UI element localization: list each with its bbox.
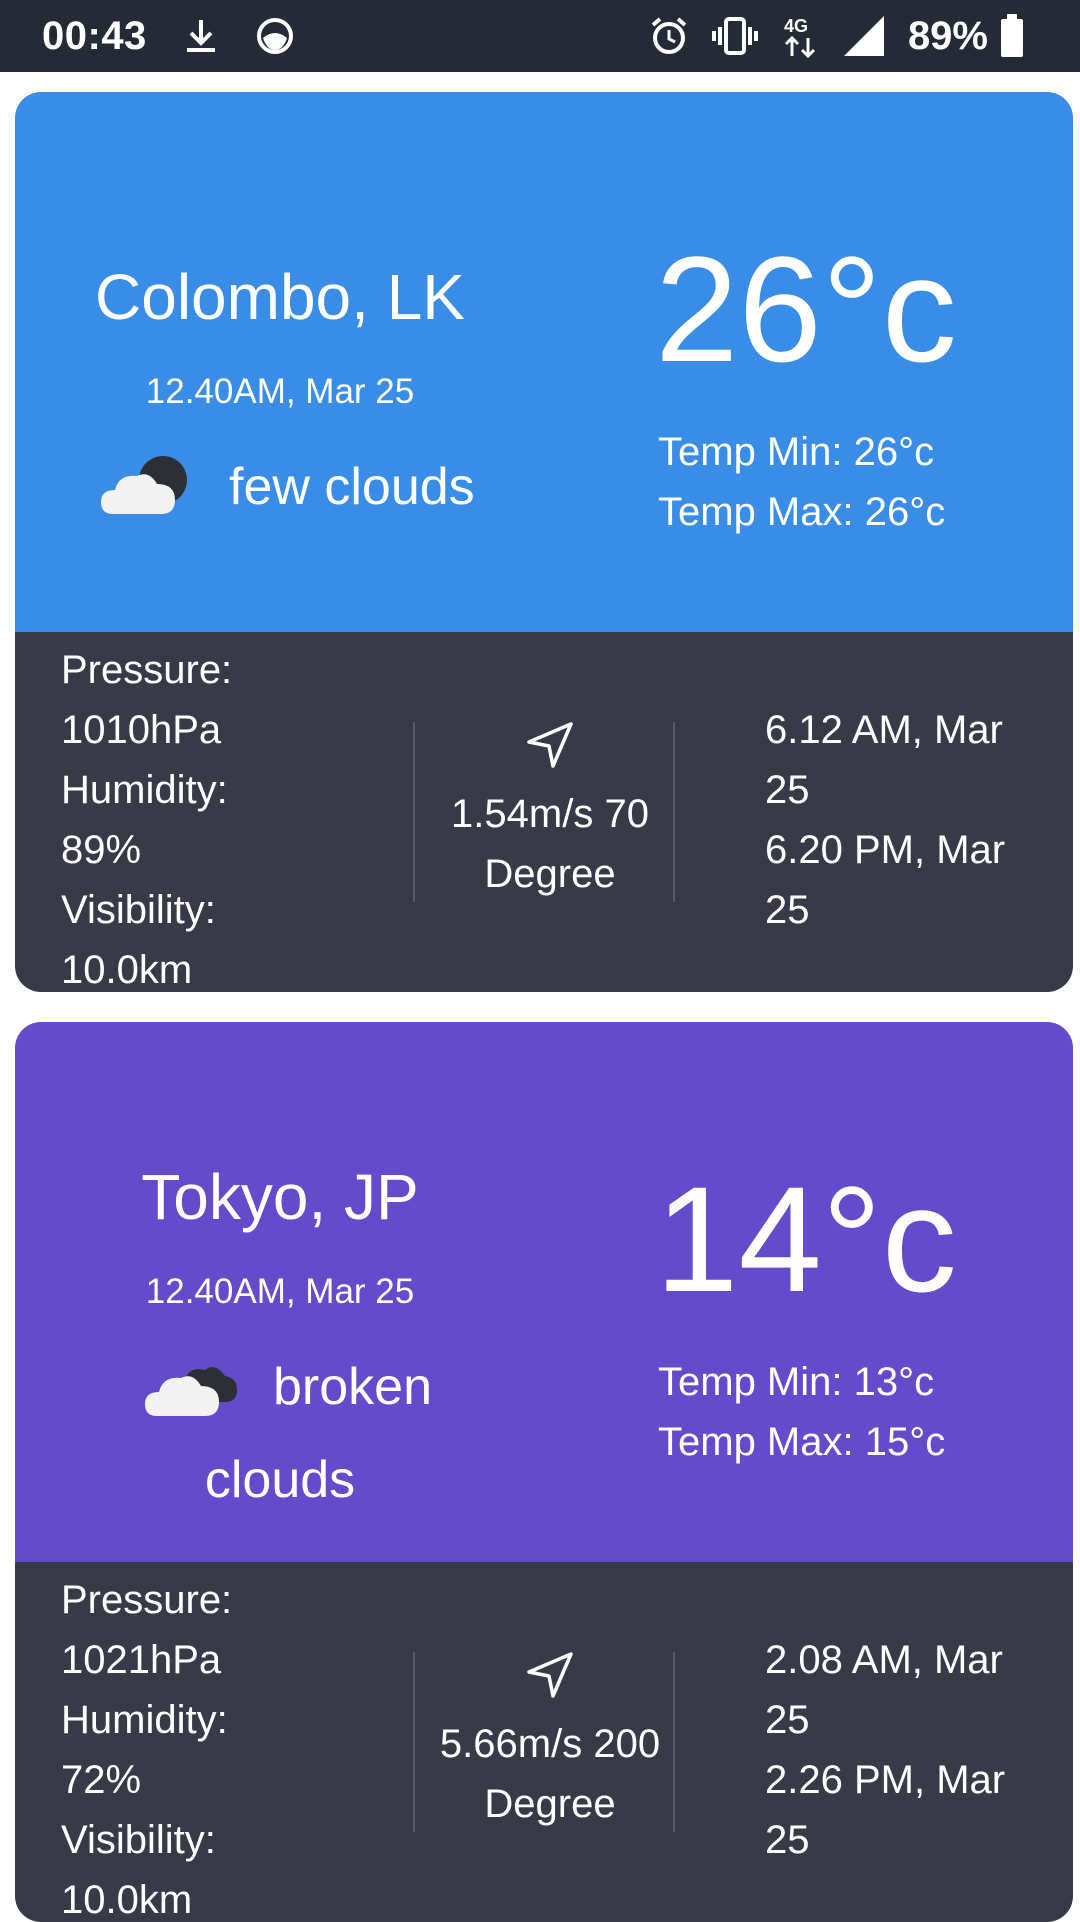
wind-column: 1.54m/s 70 Degree <box>420 720 680 904</box>
wind-degree-label: Degree <box>484 852 616 896</box>
sunset-line1: 2.26 PM, Mar <box>765 1758 1006 1802</box>
temperature: 14°c <box>655 1155 957 1323</box>
divider <box>673 1652 675 1832</box>
sunrise-line1: 6.12 AM, Mar <box>765 708 1003 752</box>
stats-column: Pressure: 1010hPa Humidity: 89% Visibili… <box>61 640 232 992</box>
battery-icon <box>1000 14 1024 58</box>
humidity-label: Humidity: <box>61 1698 228 1742</box>
status-time: 00:43 <box>42 13 147 58</box>
weather-description-line2: clouds <box>204 1451 356 1509</box>
weather-card-colombo[interactable]: Colombo, LK 12.40AM, Mar 25 few clouds 2… <box>15 92 1073 992</box>
status-bar: 00:43 4G 89% <box>0 0 1080 72</box>
weather-description: broken <box>273 1358 432 1416</box>
few-clouds-icon <box>101 456 187 514</box>
broken-clouds-icon <box>145 1367 237 1416</box>
wind-speed: 5.66m/s 200 <box>439 1722 661 1766</box>
stats-column: Pressure: 1021hPa Humidity: 72% Visibili… <box>61 1570 232 1922</box>
battery-percent: 89% <box>907 13 988 58</box>
pressure-label: Pressure: <box>61 648 233 692</box>
signal-icon <box>842 14 886 58</box>
card-details: Pressure: 1010hPa Humidity: 89% Visibili… <box>15 632 1073 992</box>
temp-max: Temp Max: 15°c <box>658 1420 946 1464</box>
network-4g-icon: 4G <box>780 14 820 58</box>
alarm-icon <box>648 15 690 57</box>
date-time: 12.40AM, Mar 25 <box>145 372 415 411</box>
svg-text:4G: 4G <box>784 16 808 36</box>
weather-card-tokyo[interactable]: Tokyo, JP 12.40AM, Mar 25 broken clouds … <box>15 1022 1073 1922</box>
divider <box>673 722 675 902</box>
vibrate-icon <box>711 15 758 57</box>
pressure-value: 1010hPa <box>61 708 222 752</box>
temp-min-max: Temp Min: 26°c Temp Max: 26°c <box>658 422 945 542</box>
divider <box>413 722 415 902</box>
sun-times-column: 2.08 AM, Mar 25 2.26 PM, Mar 25 <box>765 1630 1065 1870</box>
weather-description-row: broken <box>143 1352 432 1422</box>
sunrise-line2: 25 <box>765 768 810 812</box>
wind-degree-label: Degree <box>484 1782 616 1826</box>
temp-max: Temp Max: 26°c <box>658 490 946 534</box>
temp-min-max: Temp Min: 13°c Temp Max: 15°c <box>658 1352 945 1472</box>
city-name: Tokyo, JP <box>141 1161 419 1233</box>
wind-column: 5.66m/s 200 Degree <box>415 1650 685 1834</box>
pressure-label: Pressure: <box>61 1578 233 1622</box>
card-details: Pressure: 1021hPa Humidity: 72% Visibili… <box>15 1562 1073 1922</box>
wind-speed: 1.54m/s 70 <box>451 792 649 836</box>
humidity-value: 89% <box>61 828 142 872</box>
humidity-label: Humidity: <box>61 768 228 812</box>
weather-description-row: few clouds <box>99 452 475 522</box>
sunset-line2: 25 <box>765 1818 810 1862</box>
pressure-value: 1021hPa <box>61 1638 222 1682</box>
navigation-arrow-icon <box>527 1652 573 1698</box>
temp-min: Temp Min: 13°c <box>658 1360 935 1404</box>
weather-description: few clouds <box>229 458 475 516</box>
sunset-line1: 6.20 PM, Mar <box>765 828 1006 872</box>
sunrise-line2: 25 <box>765 1698 810 1742</box>
humidity-value: 72% <box>61 1758 142 1802</box>
download-icon <box>181 16 221 56</box>
temperature: 26°c <box>655 225 957 393</box>
card-top: Colombo, LK 12.40AM, Mar 25 few clouds 2… <box>15 92 1073 632</box>
navigation-arrow-icon <box>527 722 573 768</box>
visibility-label: Visibility: <box>61 888 216 932</box>
city-name: Colombo, LK <box>95 261 465 333</box>
sun-times-column: 6.12 AM, Mar 25 6.20 PM, Mar 25 <box>765 700 1065 940</box>
visibility-value: 10.0km <box>61 1878 193 1922</box>
visibility-label: Visibility: <box>61 1818 216 1862</box>
sunset-line2: 25 <box>765 888 810 932</box>
temp-min: Temp Min: 26°c <box>658 430 935 474</box>
sunrise-line1: 2.08 AM, Mar <box>765 1638 1003 1682</box>
date-time: 12.40AM, Mar 25 <box>145 1272 415 1311</box>
visibility-value: 10.0km <box>61 948 193 992</box>
app-icon <box>255 16 295 56</box>
card-top: Tokyo, JP 12.40AM, Mar 25 broken clouds … <box>15 1022 1073 1562</box>
